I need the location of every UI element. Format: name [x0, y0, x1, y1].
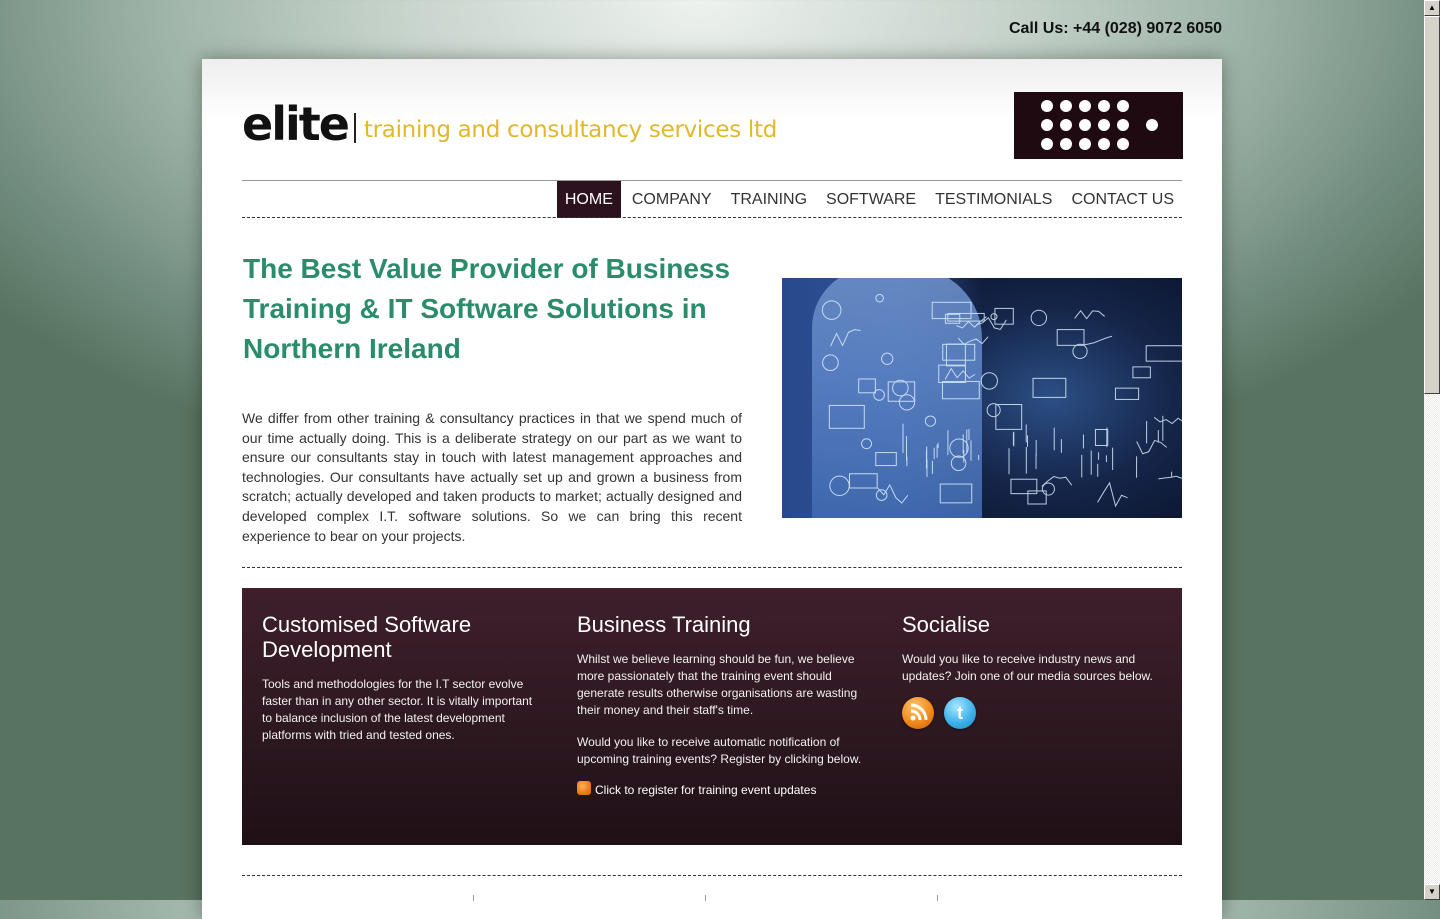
badge-dot	[1041, 119, 1053, 131]
nav-training[interactable]: TRAINING	[723, 181, 815, 218]
scrollbar-thumb[interactable]	[1424, 16, 1440, 394]
badge-dot	[1079, 119, 1091, 131]
badge-dot	[1117, 138, 1129, 150]
badge-dot	[1060, 119, 1072, 131]
logo-brand: elite	[242, 97, 350, 151]
section-divider	[242, 567, 1182, 568]
footer-column-separator	[705, 895, 706, 901]
sketch-lines	[821, 293, 1182, 508]
site-logo[interactable]: elite training and consultancy services …	[242, 97, 777, 147]
training-text: Whilst we believe learning should be fun…	[577, 652, 858, 717]
scroll-up-button[interactable]: ▲	[1424, 0, 1440, 16]
hero-digital-sketches	[821, 293, 1182, 508]
twitter-button[interactable]: t	[944, 697, 976, 729]
features-panel: Customised Software Development Tools an…	[242, 588, 1182, 845]
badge-dot	[1117, 119, 1129, 131]
nav-testimonials[interactable]: TESTIMONIALS	[927, 181, 1060, 218]
software-text: Tools and methodologies for the I.T sect…	[262, 677, 533, 742]
badge-dot	[1098, 100, 1110, 112]
rss-icon	[577, 781, 591, 795]
badge-dot	[1060, 138, 1072, 150]
badge-dot	[1041, 138, 1053, 150]
badge-dot	[1041, 100, 1053, 112]
dots-logo-badge	[1014, 92, 1183, 159]
main-nav: HOME COMPANY TRAINING SOFTWARE TESTIMONI…	[554, 181, 1182, 218]
register-link-text[interactable]: Click to register for training event upd…	[595, 783, 816, 797]
intro-paragraph: We differ from other training & consulta…	[242, 410, 742, 544]
footer-column-separator	[473, 895, 474, 901]
badge-dot	[1079, 100, 1091, 112]
training-title: Business Training	[577, 612, 751, 637]
badge-dot	[1146, 119, 1158, 131]
call-us-phone: Call Us: +44 (028) 9072 6050	[1008, 20, 1222, 37]
page-container: elite training and consultancy services …	[202, 59, 1222, 919]
rss-feed-button[interactable]	[902, 697, 934, 729]
social-icons: t	[902, 697, 1167, 729]
hero-image	[782, 278, 1182, 518]
rss-icon	[910, 703, 928, 721]
register-link[interactable]: Click to register for training event upd…	[577, 781, 862, 799]
twitter-icon: t	[957, 703, 963, 723]
logo-tagline: training and consultancy services ltd	[363, 117, 778, 143]
footer-divider	[242, 875, 1182, 876]
logo-divider	[353, 113, 356, 143]
nav-divider	[242, 217, 1182, 218]
vertical-scrollbar[interactable]: ▲ ▼	[1424, 0, 1440, 900]
training-register-text: Would you like to receive automatic noti…	[577, 735, 862, 766]
socialise-column: Socialise Would you like to receive indu…	[902, 612, 1167, 729]
software-title: Customised Software Development	[262, 612, 472, 662]
nav-contact-us[interactable]: CONTACT US	[1063, 181, 1182, 218]
page-headline: The Best Value Provider of Business Trai…	[243, 253, 731, 364]
badge-dot	[1060, 100, 1072, 112]
nav-software[interactable]: SOFTWARE	[818, 181, 924, 218]
scroll-down-button[interactable]: ▼	[1424, 884, 1440, 900]
socialise-text: Would you like to receive industry news …	[902, 652, 1153, 683]
badge-dot	[1117, 100, 1129, 112]
badge-dot	[1098, 138, 1110, 150]
badge-dot	[1079, 138, 1091, 150]
badge-dot	[1098, 119, 1110, 131]
footer-column-separator	[937, 895, 938, 901]
software-column: Customised Software Development Tools an…	[262, 612, 542, 759]
nav-home[interactable]: HOME	[556, 181, 621, 218]
nav-company[interactable]: COMPANY	[624, 181, 720, 218]
socialise-title: Socialise	[902, 612, 991, 637]
training-column: Business Training Whilst we believe lear…	[577, 612, 862, 799]
